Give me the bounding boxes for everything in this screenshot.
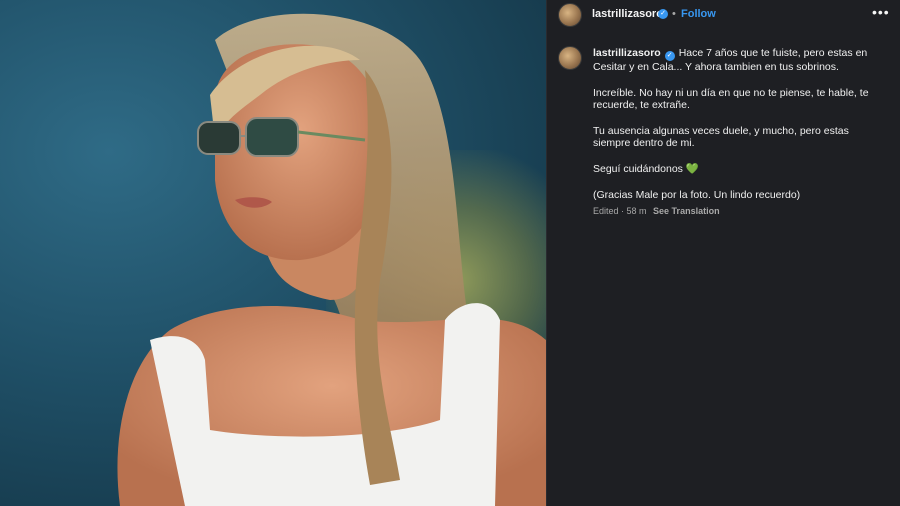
caption-paragraph: Seguí cuidándonos 💚 <box>593 163 889 176</box>
more-options-icon[interactable]: ••• <box>872 4 890 20</box>
edited-timestamp: Edited · 58 m <box>593 206 647 217</box>
verified-badge-icon: ✓ <box>664 51 675 61</box>
post-side-panel: lastrillizasoro ✓ • Follow ••• lastrilli… <box>547 0 900 506</box>
follow-button[interactable]: Follow <box>681 8 716 20</box>
caption-paragraph: (Gracias Male por la foto. Un lindo recu… <box>593 188 801 201</box>
caption-avatar[interactable] <box>558 46 582 70</box>
green-heart-icon: 💚 <box>685 162 699 175</box>
caption-username[interactable]: lastrillizasoro <box>593 47 661 59</box>
caption-body: lastrillizasoro ✓ Hace 7 años que te fuist… <box>593 47 889 218</box>
caption-paragraph: lastrillizasoro ✓ Hace 7 años que te fuist… <box>593 47 889 74</box>
header-username[interactable]: lastrillizasoro <box>592 8 663 20</box>
header-separator: • <box>672 8 676 20</box>
caption-paragraph: Tu ausencia algunas veces duele, y mucho… <box>593 124 849 150</box>
post-header: lastrillizasoro ✓ • Follow ••• <box>547 0 900 28</box>
verified-badge-icon: ✓ <box>658 9 668 19</box>
caption-text: Seguí cuidándonos <box>593 162 683 175</box>
caption-paragraph: Increíble. No hay ni un día en que no te… <box>593 86 869 112</box>
avatar[interactable] <box>558 3 582 27</box>
see-translation-link[interactable]: See Translation <box>653 206 720 216</box>
post-photo[interactable] <box>0 0 546 506</box>
caption-meta: Edited · 58 m See Translation <box>593 205 889 218</box>
photo-subject <box>117 13 546 506</box>
